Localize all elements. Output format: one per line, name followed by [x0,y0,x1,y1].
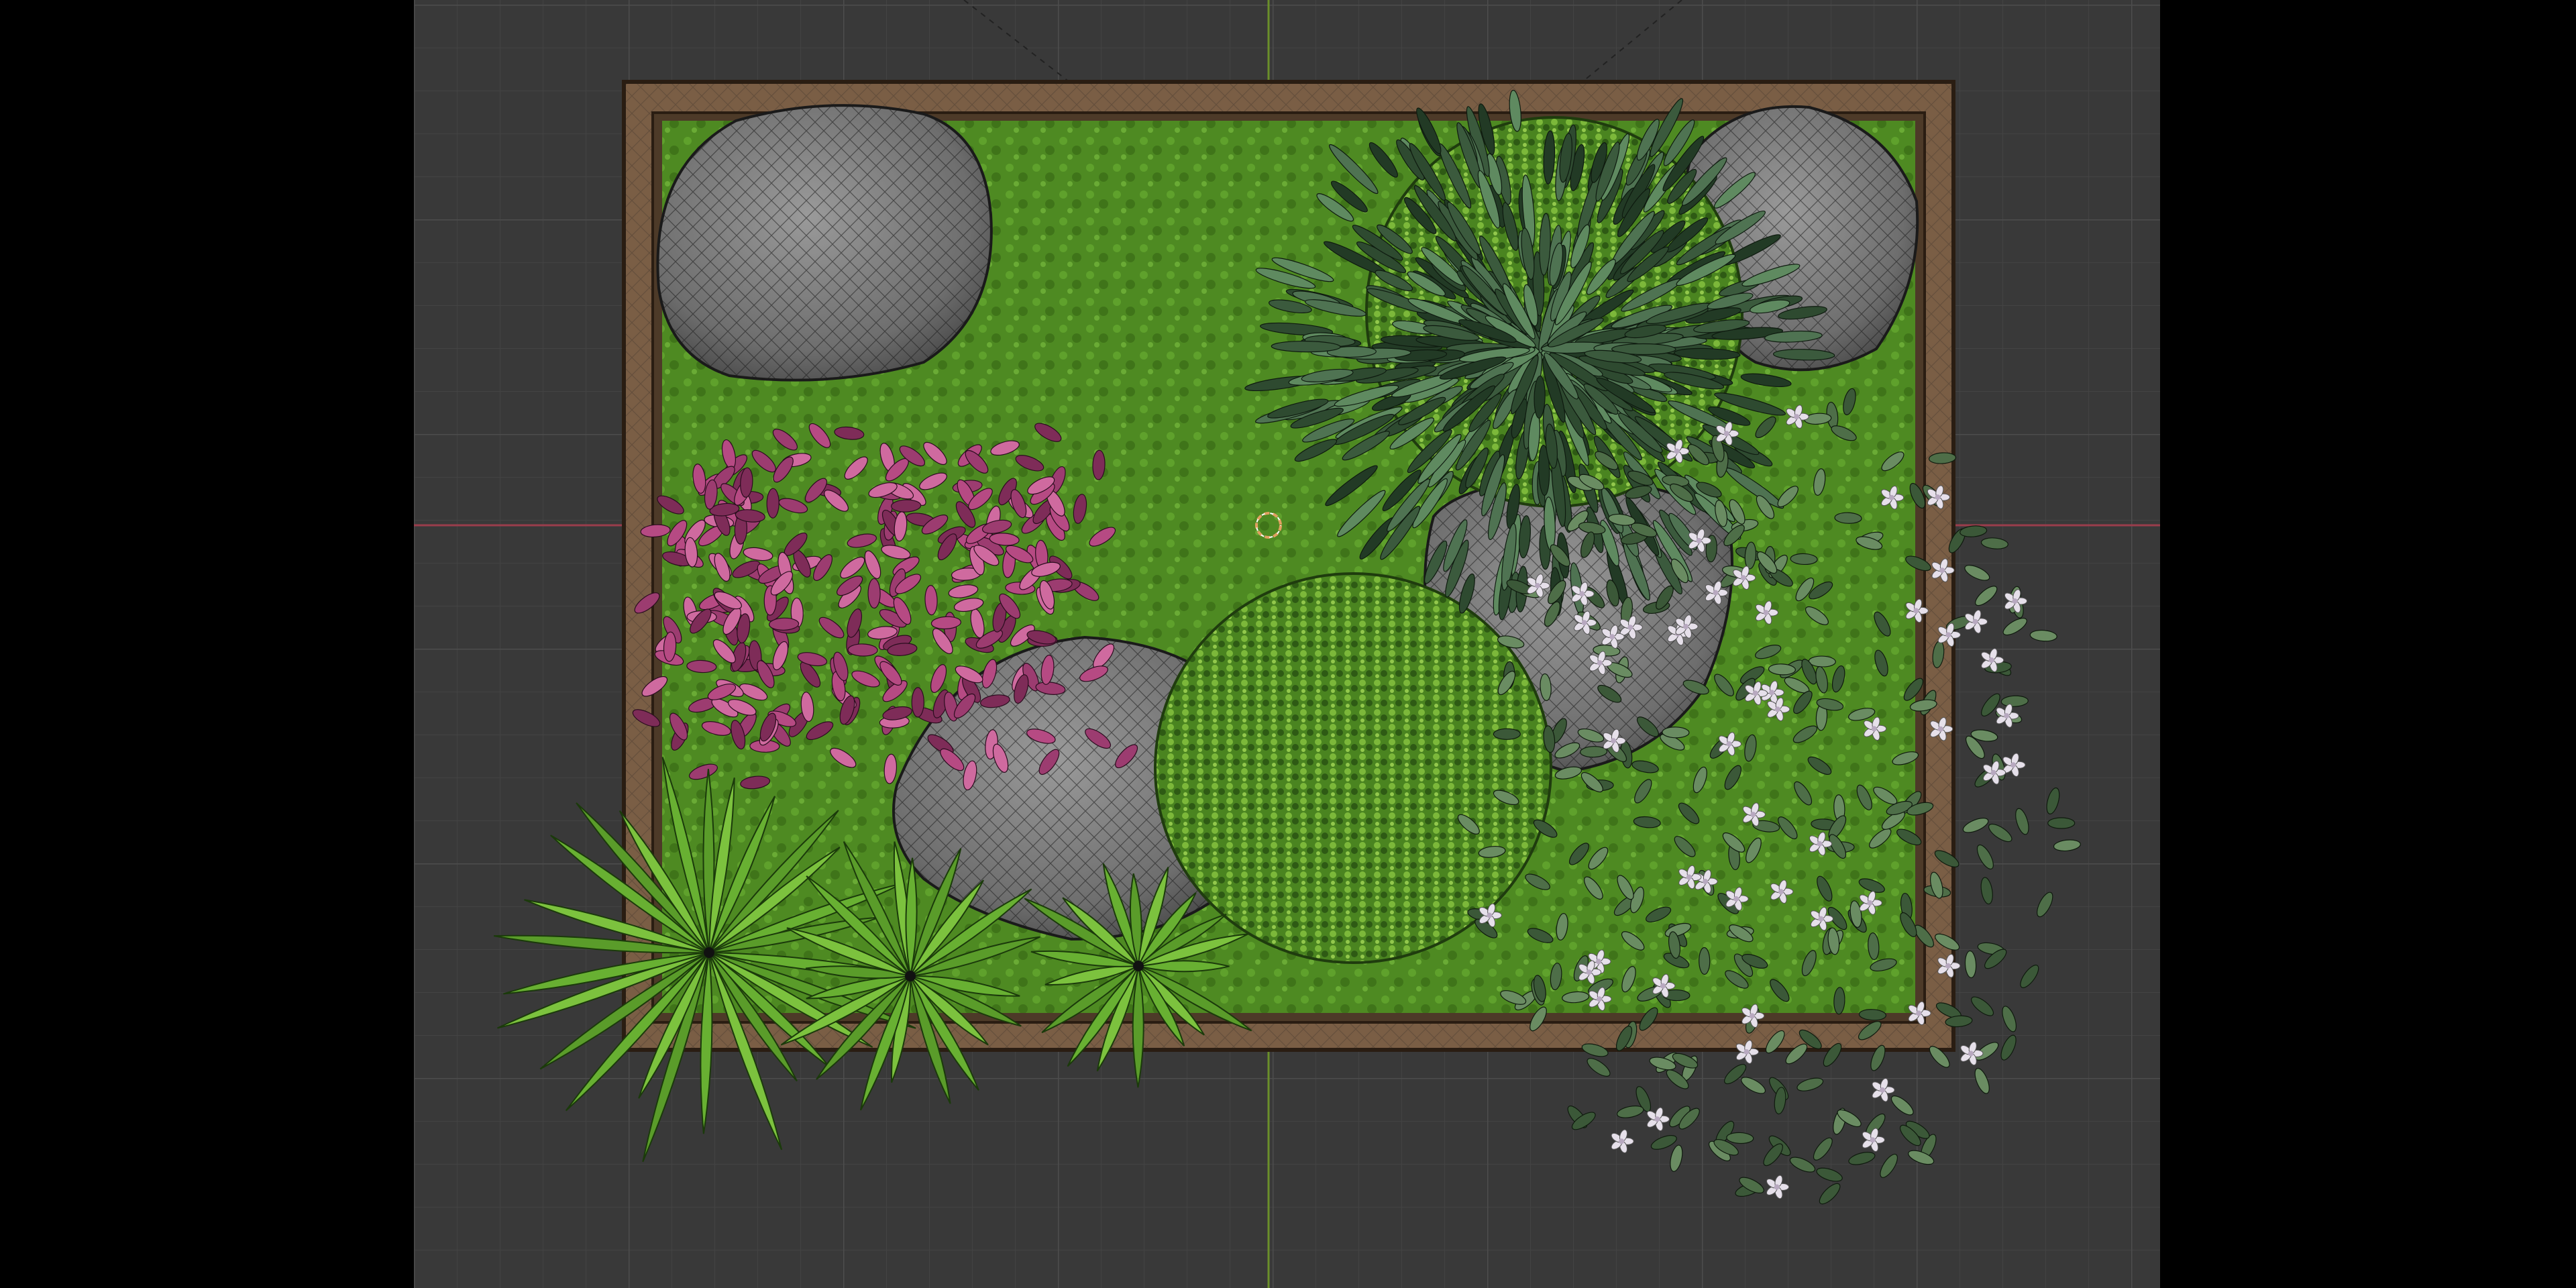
letterbox-left [0,0,414,1288]
rock-top-left[interactable] [656,104,993,382]
letterbox-right [2160,0,2576,1288]
viewport-canvas[interactable] [414,0,2160,1288]
3d-viewport[interactable] [414,0,2160,1288]
